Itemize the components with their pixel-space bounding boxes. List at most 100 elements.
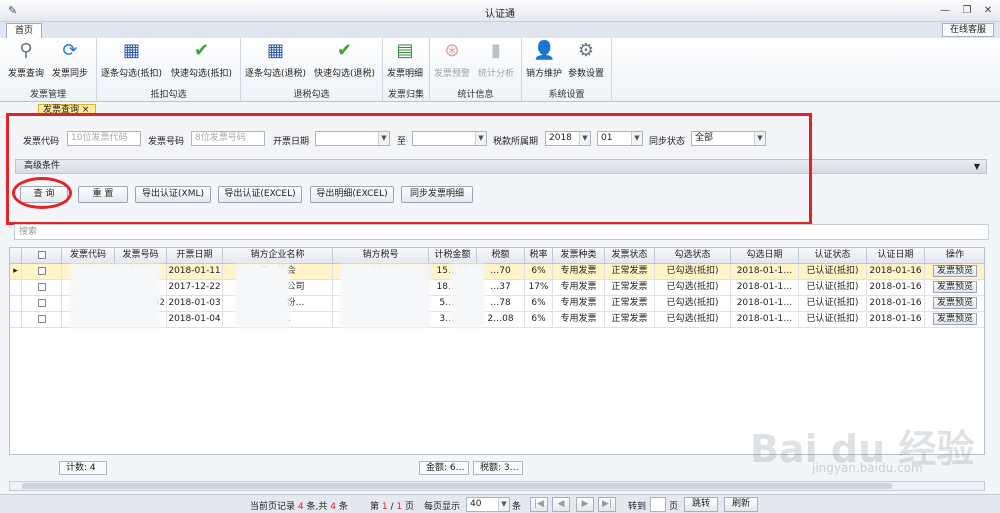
qr-code-icon: ▦ — [267, 40, 285, 61]
cell-rate: 6% — [525, 264, 553, 280]
header-invoice-type[interactable]: 发票种类 — [553, 248, 605, 264]
header-seller-tax-id[interactable]: 销方税号 — [333, 248, 429, 264]
person-icon: 👤 — [533, 40, 556, 61]
bar-chart-icon: ▮ — [491, 40, 501, 61]
highlight-box — [6, 113, 812, 225]
header-check-date[interactable]: 勾选日期 — [731, 248, 799, 264]
cell-check: 已勾选(抵扣) — [655, 280, 731, 296]
cell-type: 专用发票 — [553, 296, 605, 312]
redaction — [235, 264, 290, 328]
cell-date: 2018-01-04 — [167, 312, 223, 328]
header-seller-name[interactable]: 销方企业名称 — [223, 248, 333, 264]
highlight-circle — [12, 177, 72, 209]
green-check-icon: ✔ — [336, 40, 353, 61]
per-page-label: 每页显示 — [424, 502, 461, 512]
per-page-select[interactable]: 40 ▼ — [466, 497, 510, 512]
header-invoice-code[interactable]: 发票代码 — [62, 248, 115, 264]
next-page-button[interactable]: ▶ — [576, 497, 594, 512]
row-checkbox[interactable] — [22, 312, 62, 328]
online-service-button[interactable]: 在线客服 — [942, 23, 994, 37]
refresh-button[interactable]: 刷新 — [724, 497, 758, 512]
green-check-icon: ✔ — [193, 40, 210, 61]
invoice-preview-button[interactable]: 发票预览 — [933, 313, 977, 325]
cell-check-date: 2018-01-1… — [731, 280, 799, 296]
table-search-input[interactable]: 搜索 — [14, 224, 989, 240]
cell-operation: 发票预览 — [925, 296, 984, 312]
cell-type: 专用发票 — [553, 280, 605, 296]
group-label: 抵扣勾选 — [150, 90, 187, 100]
cell-operation: 发票预览 — [925, 312, 984, 328]
header-tax-rate[interactable]: 税率 — [525, 248, 553, 264]
check-one-deduct-button[interactable]: ▦ 逐条勾选(抵扣) — [101, 40, 162, 79]
check-one-refund-button[interactable]: ▦ 逐条勾选(退税) — [245, 40, 306, 79]
invoice-warning-button[interactable]: ⊛ 发票预警 — [434, 40, 470, 79]
close-button[interactable]: ✕ — [979, 3, 997, 18]
prev-page-button[interactable]: ◀ — [552, 497, 570, 512]
ribbon-group-refund-check: ▦ 逐条勾选(退税) ✔ 快速勾选(退税) 退税勾选 — [241, 38, 383, 102]
cell-check: 已勾选(抵扣) — [655, 312, 731, 328]
group-label: 统计信息 — [457, 90, 494, 100]
row-indicator-header — [10, 248, 22, 264]
window-title: 认证通 — [485, 9, 515, 20]
header-taxable-amount[interactable]: 计税金额 — [429, 248, 477, 264]
select-all-checkbox[interactable] — [22, 248, 62, 264]
ribbon-group-system: 👤 销方维护 ⚙ 参数设置 系统设置 — [522, 38, 612, 102]
quick-check-refund-button[interactable]: ✔ 快速勾选(退税) — [314, 40, 375, 79]
statistics-analysis-button[interactable]: ▮ 统计分析 — [478, 40, 514, 79]
cell-cert-date: 2018-01-16 — [867, 312, 925, 328]
invoice-preview-button[interactable]: 发票预览 — [933, 297, 977, 309]
header-cert-status[interactable]: 认证状态 — [799, 248, 867, 264]
minimize-button[interactable]: — — [936, 3, 954, 18]
row-checkbox[interactable] — [22, 264, 62, 280]
header-issue-date[interactable]: 开票日期 — [167, 248, 223, 264]
header-cert-date[interactable]: 认证日期 — [867, 248, 925, 264]
baidu-watermark-url: jingyan.baidu.com — [812, 461, 923, 475]
cell-check-date: 2018-01-1… — [731, 264, 799, 280]
restore-button[interactable]: ❐ — [958, 3, 976, 18]
goto-page-input[interactable] — [650, 497, 666, 512]
invoice-sync-button[interactable]: ⟳ 发票同步 — [52, 40, 88, 79]
header-invoice-status[interactable]: 发票状态 — [605, 248, 655, 264]
redaction — [70, 264, 160, 328]
quick-check-deduct-button[interactable]: ✔ 快速勾选(抵扣) — [171, 40, 232, 79]
row-checkbox[interactable] — [22, 296, 62, 312]
invoice-query-button[interactable]: ⚲ 发票查询 — [8, 40, 44, 79]
scrollbar-thumb[interactable] — [22, 483, 892, 489]
group-label: 发票管理 — [29, 90, 66, 100]
seller-maintenance-button[interactable]: 👤 销方维护 — [526, 40, 562, 79]
invoice-preview-button[interactable]: 发票预览 — [933, 265, 977, 277]
ribbon-group-collection: ▤ 发票明细 发票归集 — [383, 38, 430, 102]
cell-cert-date: 2018-01-16 — [867, 296, 925, 312]
ribbon-group-statistics: ⊛ 发票预警 ▮ 统计分析 统计信息 — [430, 38, 522, 102]
cell-check: 已勾选(抵扣) — [655, 264, 731, 280]
parameter-settings-button[interactable]: ⚙ 参数设置 — [568, 40, 604, 79]
ribbon-group-deduct-check: ▦ 逐条勾选(抵扣) ✔ 快速勾选(抵扣) 抵扣勾选 — [97, 38, 241, 102]
redaction — [450, 264, 485, 328]
row-checkbox[interactable] — [22, 280, 62, 296]
invoice-detail-button[interactable]: ▤ 发票明细 — [387, 40, 423, 79]
ribbon-group-invoice-mgmt: ⚲ 发票查询 ⟳ 发票同步 发票管理 — [0, 38, 97, 102]
pager-bar: 当前页记录 4 条,共 4 条 第 1 / 1 页 每页显示 40 ▼ 条 |◀ … — [0, 494, 1000, 513]
header-invoice-number[interactable]: 发票号码 — [115, 248, 167, 264]
ribbon-tab-row: 首页 在线客服 — [0, 22, 1000, 39]
cell-check-date: 2018-01-1… — [731, 312, 799, 328]
tab-home[interactable]: 首页 — [6, 23, 42, 39]
redaction — [340, 264, 430, 328]
invoice-preview-button[interactable]: 发票预览 — [933, 281, 977, 293]
horizontal-scrollbar[interactable] — [9, 481, 985, 491]
spreadsheet-icon: ▤ — [396, 40, 414, 61]
first-page-button[interactable]: |◀ — [530, 497, 548, 512]
binoculars-icon: ⚲ — [19, 40, 33, 61]
last-page-button[interactable]: ▶| — [598, 497, 616, 512]
jump-button[interactable]: 跳转 — [684, 497, 718, 512]
cell-check: 已勾选(抵扣) — [655, 296, 731, 312]
header-tax-amount[interactable]: 税额 — [477, 248, 525, 264]
row-indicator — [10, 296, 22, 312]
pager-page-info: 第 1 / 1 页 — [370, 502, 415, 512]
cell-date: 2018-01-11 — [167, 264, 223, 280]
cell-type: 专用发票 — [553, 312, 605, 328]
goto-label: 转到 — [628, 502, 647, 512]
header-check-status[interactable]: 勾选状态 — [655, 248, 731, 264]
qr-code-icon: ▦ — [123, 40, 141, 61]
pager-record-info: 当前页记录 4 条,共 4 条 — [250, 502, 348, 512]
